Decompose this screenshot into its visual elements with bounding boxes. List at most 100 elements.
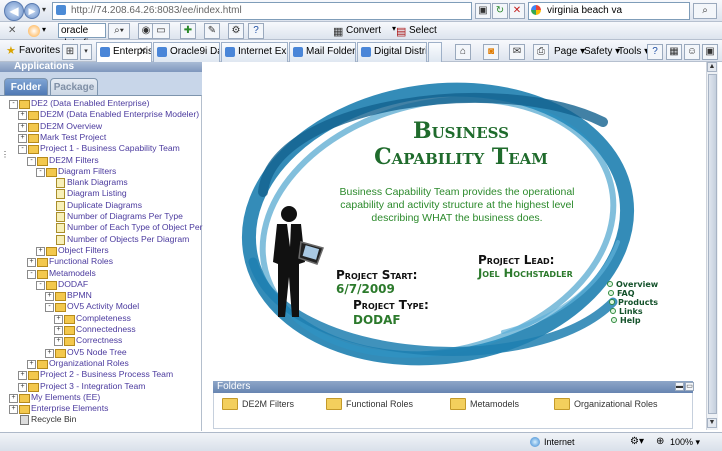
history-dropdown-icon[interactable]: ▾ [42,5,46,14]
tools-menu[interactable]: Tools ▾ [618,45,649,59]
protected-mode-icon[interactable]: ⚙▾ [630,435,644,449]
forward-button[interactable]: ▶ [24,3,40,19]
expand-icon[interactable]: + [18,122,27,132]
expand-icon[interactable]: + [27,359,36,369]
tree-item[interactable]: Duplicate Diagrams [45,200,142,211]
tree-item[interactable]: - DE2 (Data Enabled Enterprise) [9,98,149,109]
tree-item[interactable]: + Connectedness [54,324,136,335]
tab-digital-distrib[interactable]: Digital Distrib... [357,42,427,62]
tab-close-icon[interactable]: ✕ [139,43,147,61]
collapse-icon[interactable]: - [9,100,18,109]
collapse-icon[interactable]: - [36,167,45,177]
expand-icon[interactable]: + [54,337,63,347]
toolbar-help-icon[interactable]: ? [248,23,264,39]
google-search-box[interactable]: oracle date fi [58,23,106,49]
expand-icon[interactable]: + [27,258,36,268]
tree-item[interactable]: Diagram Listing [45,188,127,200]
toolbar-logo-icon[interactable] [28,25,40,37]
address-input[interactable]: http://74.208.64.26:8083/ee/index.html [52,2,472,20]
print-icon[interactable]: ⎙ [533,44,549,60]
zoom-level[interactable]: 100% ▾ [670,435,700,449]
toolbar-dropdown-icon[interactable]: ▾ [42,25,46,34]
collapse-icon[interactable]: - [18,145,27,155]
tree-item[interactable]: Number of Each Type of Object Per D [45,222,211,234]
tree-item[interactable]: + My Elements (EE) [9,392,100,403]
tree-item[interactable]: + Organizational Roles [27,358,129,369]
scroll-up-icon[interactable]: ▲ [707,62,717,72]
new-tab-button[interactable] [428,42,442,62]
tree-item[interactable]: + Mark Test Project [18,132,106,143]
main-scrollbar[interactable]: ▲ ▼ [706,62,718,430]
tab-internet-explorer[interactable]: Internet Expl... [221,42,288,62]
tree-item[interactable]: + Enterprise Elements [9,403,108,415]
tree-item[interactable]: + Functional Roles [27,256,113,268]
tree-item[interactable]: - DODAF [36,279,88,290]
tree-item[interactable]: - DE2M Filters [27,155,99,166]
back-button[interactable]: ◀ [4,1,24,21]
expand-icon[interactable]: + [9,393,18,403]
folders-maximize-icon[interactable]: ▭ [685,382,694,391]
tab-mail-folder[interactable]: Mail Folder [289,42,356,62]
tree-item[interactable]: - Project 1 - Business Capability Team [18,143,180,155]
collapse-icon[interactable]: - [36,280,45,290]
toolbar-settings-icon[interactable]: ⚙ [228,23,244,39]
google-go-icon[interactable]: ⌕▾ [108,23,130,39]
folders-minimize-icon[interactable]: ▬ [675,382,684,391]
toolbar-bookmark-icon[interactable]: ▭ [152,23,170,39]
expand-icon[interactable]: + [45,348,54,358]
favorites-button[interactable]: Favorites [19,44,60,58]
search-input[interactable]: virginia beach va [528,2,690,20]
tree-item[interactable]: - Diagram Filters [36,166,116,177]
tree-item[interactable]: - Metamodels [27,268,96,279]
toolbar-add-icon[interactable]: ✚ [180,23,196,39]
tree-item[interactable]: Blank Diagrams [45,177,128,189]
tree-item[interactable]: + DE2M (Data Enabled Enterprise Modeler) [18,109,199,121]
tab-folder[interactable]: Folder [4,78,48,95]
messenger-icon[interactable]: ☺ [684,44,700,60]
tree-item[interactable]: + Project 2 - Business Process Team [18,369,173,381]
stop-icon[interactable]: ✕ [509,3,525,19]
tree-item[interactable]: + Completeness [54,313,131,324]
tab-enterprise[interactable]: Enterprise...✕ [96,42,152,62]
compatibility-icon[interactable]: ▣ [475,3,491,19]
home-icon[interactable]: ⌂ [455,44,471,60]
scroll-thumb[interactable] [708,74,717,414]
expand-icon[interactable]: + [54,326,63,335]
expand-icon[interactable]: + [18,111,27,121]
collapse-icon[interactable]: - [45,303,54,313]
tree-item[interactable]: + Project 3 - Integration Team [18,381,145,392]
expand-icon[interactable]: + [9,405,18,415]
convert-button[interactable]: Convert [346,24,381,38]
tree-item[interactable]: + BPMN [45,290,92,302]
tab-list-icon[interactable]: ▾ [80,44,92,60]
collapse-icon[interactable]: - [27,269,36,279]
tree-item[interactable]: - OV5 Activity Model [45,301,139,313]
refresh-icon[interactable]: ↻ [492,3,508,19]
close-toolbar-icon[interactable]: ✕ [8,24,16,38]
search-go-icon[interactable]: ⌕ [693,3,717,19]
expand-icon[interactable]: + [18,382,27,392]
expand-icon[interactable]: + [18,371,27,381]
safety-menu[interactable]: Safety ▾ [584,45,620,59]
page-menu[interactable]: Page ▾ [554,45,585,59]
tab-package[interactable]: Package [50,78,98,95]
tree-item[interactable]: + Correctness [54,335,122,347]
scroll-down-icon[interactable]: ▼ [707,418,717,428]
tree-item[interactable]: + OV5 Node Tree [45,347,127,358]
expand-icon[interactable]: + [18,133,27,143]
tree-item[interactable]: Number of Diagrams Per Type [45,211,183,222]
expand-icon[interactable]: + [45,292,54,302]
tree-item[interactable]: Number of Objects Per Diagram [45,234,189,245]
select-button[interactable]: Select [409,24,437,38]
research-icon[interactable]: ▦ [666,44,682,60]
tree-item[interactable]: Recycle Bin [9,414,76,426]
expand-icon[interactable]: + [36,246,45,256]
read-mail-icon[interactable]: ✉ [509,44,525,60]
quick-tabs-icon[interactable]: ⊞ [62,44,78,60]
expand-icon[interactable]: + [54,314,63,324]
toolbar-extra-icon[interactable]: ▣ [702,44,718,60]
tab-oracle[interactable]: Oracle9i Data... [153,42,220,62]
collapse-icon[interactable]: - [27,156,36,166]
feeds-icon[interactable]: ◙ [483,44,499,60]
panel-collapse-handle[interactable]: ⋮ [1,150,9,159]
